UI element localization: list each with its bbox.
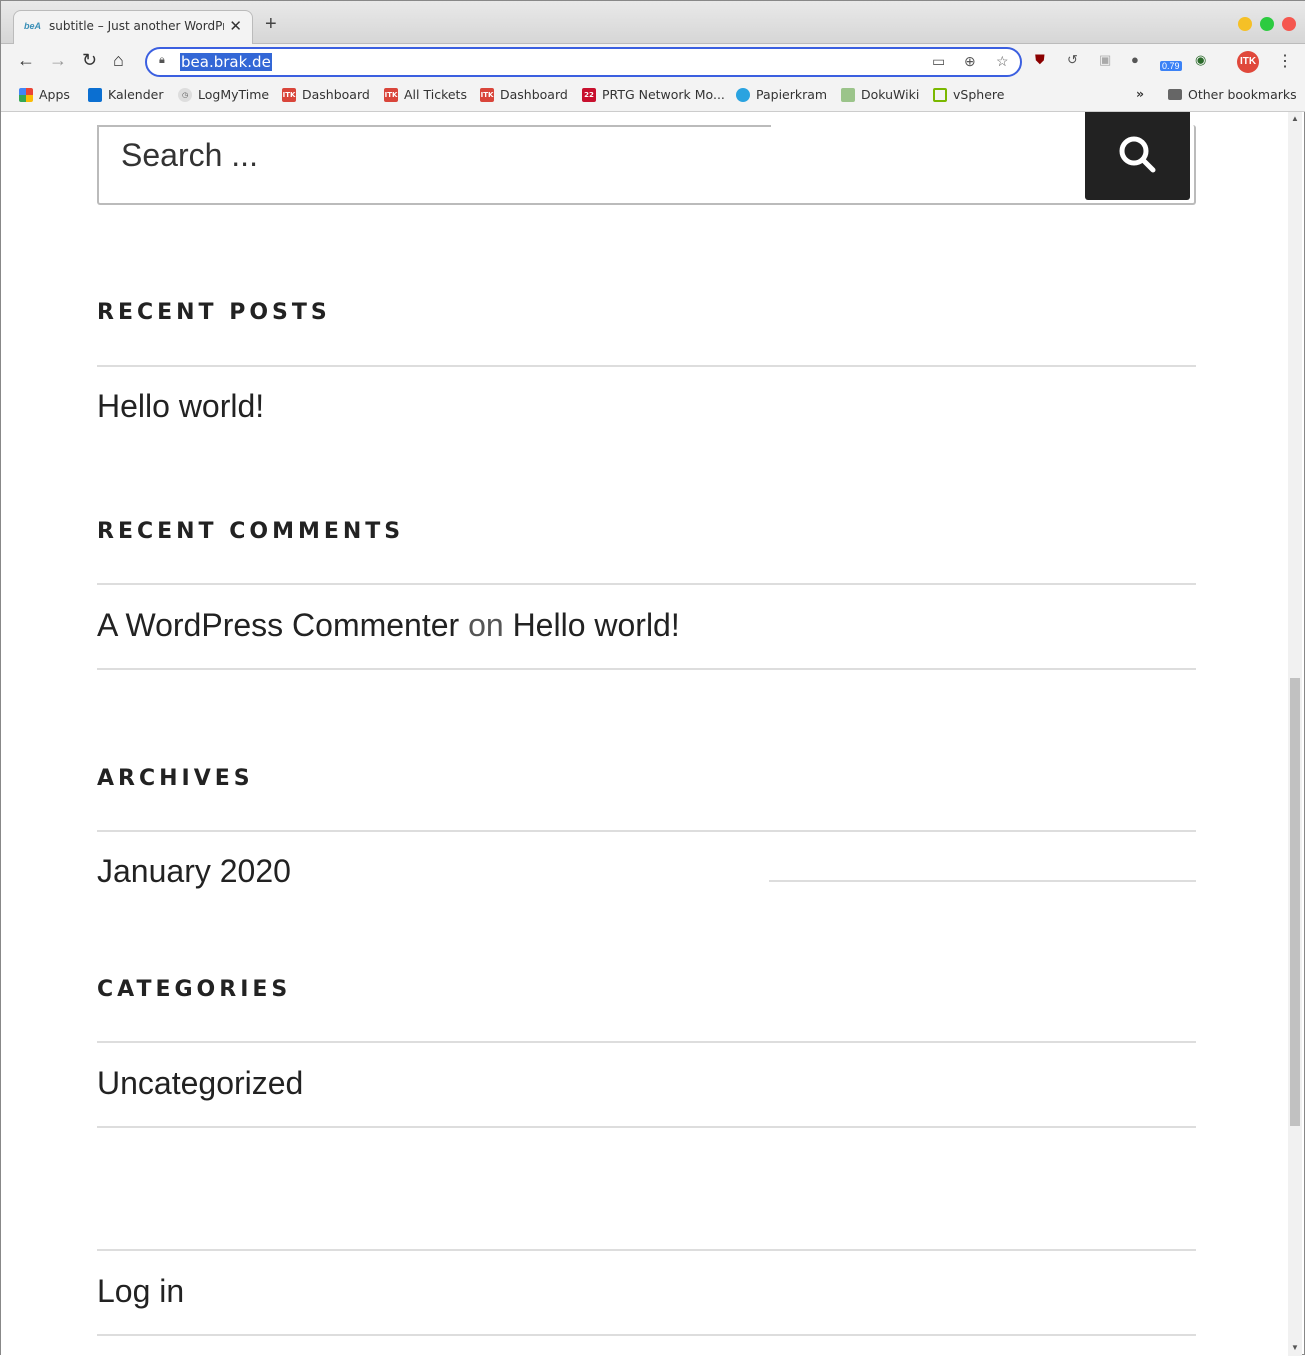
comment-on-text: on: [468, 607, 504, 643]
bookmark-dashboard[interactable]: ITK Dashboard: [282, 87, 370, 102]
search-input[interactable]: Search ...: [97, 125, 1196, 205]
bookmark-label: Other bookmarks: [1188, 87, 1297, 102]
tab-bar: beA subtitle – Just another WordPress ✕ …: [1, 1, 1305, 44]
recent-post-link[interactable]: Hello world!: [97, 388, 264, 425]
divider: [97, 365, 1196, 367]
bookmark-dashboard-2[interactable]: ITK Dashboard: [480, 87, 568, 102]
tab-title: subtitle – Just another WordPress: [49, 19, 224, 33]
circle-extension-icon[interactable]: ●: [1131, 52, 1139, 67]
itk-icon: ITK: [282, 87, 296, 102]
profile-avatar[interactable]: ITK: [1237, 51, 1259, 73]
speed-badge[interactable]: 0.79: [1160, 61, 1182, 71]
bookmarks-bar: Apps Kalender ◷ LogMyTime ITK Dashboard IT…: [1, 81, 1305, 112]
divider: [97, 830, 1196, 832]
prtg-icon: 22: [582, 87, 596, 102]
comment-author-link[interactable]: A WordPress Commenter: [97, 607, 459, 643]
close-tab-icon[interactable]: ✕: [229, 17, 242, 35]
folder-icon: [1168, 89, 1182, 100]
bookmark-label: Papierkram: [756, 87, 828, 102]
bookmark-all-tickets[interactable]: ITK All Tickets: [384, 87, 467, 102]
bookmark-label: Apps: [39, 87, 70, 102]
toolbar: ← → ↻ ⌂ 🔒︎ bea.brak.de ▭ ⊕ ☆ ⛊ ↺ ▣ ● 0.7…: [1, 44, 1305, 81]
divider: [97, 1249, 1196, 1251]
dokuwiki-icon: [841, 87, 855, 102]
address-bar[interactable]: 🔒︎ bea.brak.de ▭ ⊕ ☆: [145, 47, 1022, 77]
itk-icon: ITK: [480, 87, 494, 102]
scrollbar-thumb[interactable]: [1290, 678, 1300, 1126]
divider: [769, 880, 1196, 882]
comment-post-link[interactable]: Hello world!: [513, 607, 680, 643]
apps-grid-icon: [19, 87, 33, 102]
bookmark-logmytime[interactable]: ◷ LogMyTime: [178, 87, 269, 102]
bookmark-label: DokuWiki: [861, 87, 920, 102]
divider: [97, 1126, 1196, 1128]
category-link[interactable]: Uncategorized: [97, 1065, 303, 1102]
scroll-down-icon[interactable]: ▼: [1291, 1343, 1299, 1352]
minimize-button[interactable]: [1238, 17, 1252, 31]
divider: [97, 668, 1196, 670]
close-window-button[interactable]: [1282, 17, 1296, 31]
history-icon[interactable]: ↺: [1067, 52, 1078, 68]
search-icon: [1119, 136, 1156, 173]
bookmark-dokuwiki[interactable]: DokuWiki: [841, 87, 919, 102]
clock-icon: ◷: [178, 87, 192, 102]
zoom-icon[interactable]: ⊕: [964, 53, 976, 70]
bookmark-apps[interactable]: Apps: [19, 87, 70, 102]
recent-comments-heading: RECENT COMMENTS: [97, 519, 405, 544]
bookmark-label: vSphere: [953, 87, 1005, 102]
menu-icon[interactable]: ⋮: [1277, 51, 1293, 71]
divider: [97, 583, 1196, 585]
archive-link[interactable]: January 2020: [97, 853, 291, 890]
extension-icon[interactable]: ▣: [1099, 52, 1111, 68]
bookmark-papierkram[interactable]: Papierkram: [736, 87, 827, 102]
scroll-up-icon[interactable]: ▲: [1291, 114, 1299, 123]
vsphere-icon: [933, 87, 947, 102]
bookmark-label: PRTG Network Mo...: [602, 87, 725, 102]
bookmark-star-icon[interactable]: ☆: [996, 53, 1009, 70]
bookmarks-overflow-button[interactable]: »: [1136, 86, 1144, 101]
calendar-icon: [88, 87, 102, 102]
other-bookmarks[interactable]: Other bookmarks: [1168, 87, 1297, 102]
bookmark-prtg[interactable]: 22 PRTG Network Mo...: [582, 87, 725, 102]
tab-active[interactable]: beA subtitle – Just another WordPress ✕: [13, 10, 253, 44]
bookmark-label: Kalender: [108, 87, 164, 102]
search-submit-button[interactable]: [1085, 112, 1190, 200]
login-link[interactable]: Log in: [97, 1273, 184, 1310]
tab-favicon: beA: [24, 21, 42, 31]
lock-icon: 🔒︎: [159, 54, 165, 66]
page-content: Search ... RECENT POSTS Hello world! REC…: [1, 112, 1288, 1356]
recent-comment-item: A WordPress Commenter on Hello world!: [97, 607, 680, 644]
home-icon[interactable]: ⌂: [113, 50, 124, 71]
papierkram-icon: [736, 87, 750, 102]
back-icon[interactable]: ←: [17, 50, 35, 71]
maximize-button[interactable]: [1260, 17, 1274, 31]
cast-icon[interactable]: ▭: [932, 53, 945, 70]
reload-icon[interactable]: ↻: [82, 50, 97, 71]
url-text[interactable]: bea.brak.de: [180, 53, 272, 71]
forward-icon[interactable]: →: [49, 50, 67, 71]
recent-posts-heading: RECENT POSTS: [97, 300, 331, 325]
search-placeholder: Search ...: [121, 137, 258, 173]
bookmark-label: Dashboard: [500, 87, 568, 102]
divider: [97, 1334, 1196, 1336]
categories-heading: CATEGORIES: [97, 977, 292, 1002]
bookmark-kalender[interactable]: Kalender: [88, 87, 164, 102]
bookmark-label: LogMyTime: [198, 87, 270, 102]
bookmark-label: All Tickets: [404, 87, 467, 102]
ublock-icon[interactable]: ⛊: [1035, 52, 1045, 68]
archives-heading: ARCHIVES: [97, 766, 254, 791]
new-tab-button[interactable]: +: [265, 13, 277, 36]
bookmark-label: Dashboard: [302, 87, 370, 102]
divider: [97, 1041, 1196, 1043]
search-border-top: [97, 125, 771, 127]
globe-extension-icon[interactable]: ◉: [1195, 52, 1206, 68]
itk-icon: ITK: [384, 87, 398, 102]
bookmark-vsphere[interactable]: vSphere: [933, 87, 1004, 102]
